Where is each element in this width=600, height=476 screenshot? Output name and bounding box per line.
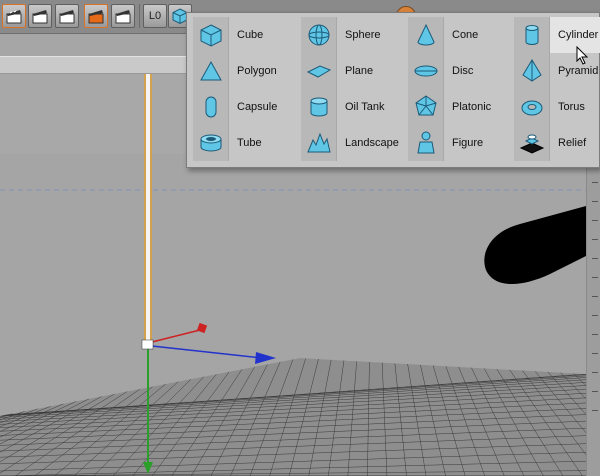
- palette-item-label: Cone: [452, 29, 479, 41]
- torus-icon: [521, 100, 542, 116]
- palette-item-label: Platonic: [452, 101, 492, 113]
- palette-item-label: Sphere: [345, 29, 381, 41]
- palette-item-platonic[interactable]: Platonic: [408, 89, 512, 125]
- palette-item-figure[interactable]: Figure: [408, 125, 512, 161]
- palette-item-label: Capsule: [237, 101, 278, 113]
- palette-item-tube[interactable]: Tube: [193, 125, 297, 161]
- palette-item-label: Plane: [345, 65, 374, 77]
- clapper-edit-render-icon: [115, 10, 131, 24]
- pyramid-icon: [521, 59, 542, 82]
- palette-item-label: Landscape: [345, 137, 399, 149]
- clapper-render-picture-icon: [32, 10, 48, 24]
- palette-item-label: Cylinder: [558, 29, 599, 41]
- oil-tank-icon: [310, 97, 327, 117]
- landscape-icon: [306, 132, 331, 153]
- palette-item-cone[interactable]: Cone: [408, 17, 512, 53]
- render-view-button[interactable]: [2, 4, 26, 28]
- palette-item-torus[interactable]: Torus: [514, 89, 600, 125]
- palette-item-cube[interactable]: Cube: [193, 17, 297, 53]
- palette-item-label: Polygon: [237, 65, 277, 77]
- relief-icon: [519, 134, 544, 154]
- palette-item-label: Relief: [558, 137, 587, 149]
- platonic-icon: [414, 95, 437, 116]
- mouse-cursor-icon: [576, 46, 589, 65]
- cube-icon: [200, 24, 221, 47]
- palette-item-capsule[interactable]: Capsule: [193, 89, 297, 125]
- render-settings-button[interactable]: [55, 4, 79, 28]
- edit-render-settings-button[interactable]: [111, 4, 135, 28]
- palette-item-label: Cube: [237, 29, 264, 41]
- palette-item-label: Figure: [452, 137, 484, 149]
- plane-icon: [306, 65, 331, 78]
- figure-icon: [416, 131, 435, 154]
- palette-item-sphere[interactable]: Sphere: [301, 17, 405, 53]
- toolbar-separator: [139, 4, 140, 28]
- render-region-button[interactable]: [84, 4, 108, 28]
- palette-item-disc[interactable]: Disc: [408, 53, 512, 89]
- palette-item-label: Tube: [237, 137, 262, 149]
- polygon-icon: [199, 60, 222, 81]
- sphere-icon: [308, 24, 329, 46]
- palette-item-label: Oil Tank: [345, 101, 385, 113]
- clapper-render-region-icon: [88, 10, 104, 24]
- palette-item-polygon[interactable]: Polygon: [193, 53, 297, 89]
- palette-item-label: Torus: [558, 101, 585, 113]
- palette-item-plane[interactable]: Plane: [301, 53, 405, 89]
- null-object-button[interactable]: L0: [143, 4, 167, 28]
- tube-icon: [200, 134, 221, 152]
- palette-item-landscape[interactable]: Landscape: [301, 125, 405, 161]
- disc-icon: [414, 65, 437, 77]
- capsule-icon: [205, 96, 216, 118]
- palette-item-oil-tank[interactable]: Oil Tank: [301, 89, 405, 125]
- palette-item-relief[interactable]: Relief: [514, 125, 600, 161]
- object-pivot[interactable]: [141, 339, 154, 350]
- palette-item-label: Pyramid: [558, 65, 599, 77]
- clapper-render-view-icon: [6, 10, 22, 24]
- primitive-palette: Cube Polygon Capsule Tube Sphere Plane O…: [186, 12, 600, 168]
- palette-item-label: Disc: [452, 65, 474, 77]
- clapper-render-settings-icon: [59, 10, 75, 24]
- cylinder-icon: [525, 25, 538, 45]
- render-picture-button[interactable]: [28, 4, 52, 28]
- cone-icon: [416, 23, 435, 46]
- null-object-icon: L0: [148, 10, 162, 22]
